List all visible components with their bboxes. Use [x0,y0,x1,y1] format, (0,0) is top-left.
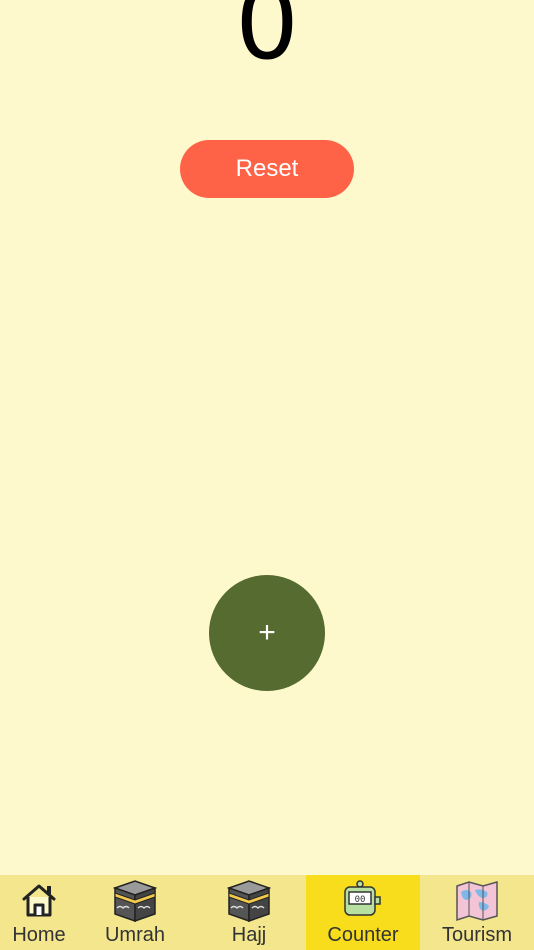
tab-label: Hajj [231,924,267,946]
tab-label: Tourism [441,924,512,946]
increment-button[interactable]: + [209,575,325,691]
kaaba-icon [227,878,271,922]
tally-counter-icon: 00 [341,878,385,922]
svg-text:00: 00 [355,895,366,905]
counter-value: 0 [235,0,299,82]
kaaba-icon [113,878,157,922]
tab-tourism[interactable]: Tourism [420,875,534,950]
map-icon [455,878,499,922]
home-icon [17,878,61,922]
tab-bar: Home Umrah Hajj 00 Counter Tourism [0,875,534,950]
tab-counter[interactable]: 00 Counter [306,875,420,950]
tab-home[interactable]: Home [0,875,78,950]
reset-button[interactable]: Reset [180,140,354,198]
tab-label: Home [12,924,66,946]
tab-hajj[interactable]: Hajj [192,875,306,950]
tab-label: Umrah [104,924,165,946]
tab-umrah[interactable]: Umrah [78,875,192,950]
tab-label: Counter [327,924,399,946]
